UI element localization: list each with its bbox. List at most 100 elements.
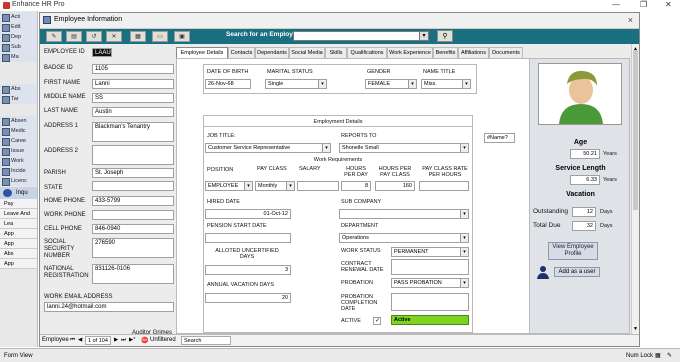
nav-item[interactable]: Caree	[0, 136, 37, 146]
export-icon[interactable]: ▣	[174, 31, 190, 42]
alloted-days-field[interactable]: 3	[205, 265, 291, 275]
middle-name-field[interactable]: SS	[92, 93, 174, 103]
nav-group-inquiries[interactable]: Inqu	[0, 187, 37, 199]
tab-social-media[interactable]: Social Media	[289, 47, 325, 58]
nav-plain-item[interactable]: Abs	[0, 249, 37, 259]
tab-contacts[interactable]: Contacts	[228, 47, 255, 58]
scroll-thumb[interactable]	[633, 50, 638, 210]
form-scrollbar[interactable]: ▲ ▼	[631, 44, 639, 334]
nav-item[interactable]: Work	[0, 156, 37, 166]
tab-work-experience[interactable]: Work Experience	[387, 47, 433, 58]
record-position-input[interactable]: 1 of 104	[85, 336, 111, 345]
work-phone-field[interactable]	[92, 210, 174, 220]
search-go-button[interactable]: ⚲	[437, 30, 453, 42]
nav-item[interactable]: Edit	[0, 22, 37, 32]
probation-completion-field[interactable]	[391, 293, 469, 311]
filter-status[interactable]: Unfiltered	[150, 337, 176, 343]
first-name-field[interactable]: Lanni	[92, 79, 174, 89]
tab-skills[interactable]: Skills	[325, 47, 347, 58]
view-profile-button[interactable]: View Employee Profile	[548, 242, 598, 260]
work-status-select[interactable]: PERMANENT ▾	[391, 247, 469, 257]
nav-plain-item[interactable]: Pay	[0, 199, 37, 209]
probation-select[interactable]: PASS PROBATION ▾	[391, 278, 469, 288]
address1-field[interactable]: Blackman's Tenantry	[92, 122, 174, 142]
annual-vacation-field[interactable]: 20	[205, 293, 291, 303]
record-search-input[interactable]: Search	[181, 336, 231, 345]
national-registration-field[interactable]: 831126-0106	[92, 264, 174, 284]
name-title-select[interactable]: Miss. ▾	[421, 79, 471, 89]
tab-qualifications[interactable]: Qualifications	[347, 47, 387, 58]
sub-company-select[interactable]: ▾	[339, 209, 469, 219]
nav-item[interactable]: Sub	[0, 42, 37, 52]
badge-id-field[interactable]: 1105	[92, 64, 174, 74]
form-close-icon[interactable]: ×	[628, 15, 633, 25]
employee-search-input[interactable]	[293, 31, 429, 41]
close-icon[interactable]: ✕	[665, 0, 672, 9]
marital-status-select[interactable]: Single ▾	[265, 79, 327, 89]
nav-item[interactable]: Ma	[0, 52, 37, 62]
nav-item[interactable]: Acti	[0, 12, 37, 22]
scroll-down-icon[interactable]: ▼	[633, 326, 638, 332]
nav-item[interactable]: Medic	[0, 126, 37, 136]
nav-item[interactable]: Licenc	[0, 176, 37, 186]
salary-field[interactable]	[297, 181, 339, 191]
nav-item[interactable]: Incide	[0, 166, 37, 176]
tab-affiliations[interactable]: Affiliations	[458, 47, 489, 58]
active-checkbox[interactable]: ✓	[373, 317, 381, 325]
address2-field[interactable]	[92, 145, 174, 165]
maximize-icon[interactable]: ❐	[640, 0, 647, 9]
nav-item[interactable]: Abs	[0, 84, 37, 94]
undo-icon[interactable]: ↺	[86, 31, 102, 42]
home-phone-field[interactable]: 433-5799	[92, 196, 174, 206]
save-record-icon[interactable]: ▤	[66, 31, 82, 42]
nav-item[interactable]: Absen	[0, 116, 37, 126]
add-as-user-button[interactable]: Add as a user	[554, 267, 600, 277]
first-record-icon[interactable]: ⏮	[70, 337, 75, 344]
form-view-icon[interactable]: ▦	[655, 352, 661, 359]
edit-record-icon[interactable]: ✎	[46, 31, 62, 42]
tab-documents[interactable]: Documents	[489, 47, 523, 58]
work-email-field[interactable]: lanni.24@hotmail.com	[44, 302, 174, 312]
delete-record-icon[interactable]: ✕	[106, 31, 122, 42]
contract-renewal-field[interactable]	[391, 259, 469, 275]
tab-dependants[interactable]: Dependants	[255, 47, 289, 58]
nav-plain-item[interactable]: App	[0, 259, 37, 269]
report-icon[interactable]: ▦	[130, 31, 146, 42]
nav-plain-item[interactable]: Lea	[0, 219, 37, 229]
nav-item[interactable]: Tar	[0, 94, 37, 104]
cell-phone-field[interactable]: 846-0940	[92, 224, 174, 234]
ssn-field[interactable]: 276590	[92, 238, 174, 258]
next-record-icon[interactable]: ▶	[114, 337, 118, 343]
tab-benefits[interactable]: Benefits	[433, 47, 458, 58]
last-record-icon[interactable]: ⏭	[121, 337, 126, 344]
position-select[interactable]: EMPLOYEE ▾	[205, 181, 253, 191]
pay-class-select[interactable]: Monthly ▾	[255, 181, 295, 191]
chevron-down-icon[interactable]: ▾	[419, 31, 429, 41]
filter-icon[interactable]: ⛔	[141, 337, 148, 344]
tab-employee-details[interactable]: Employee Details	[176, 47, 228, 58]
parish-field[interactable]: St. Joseph	[92, 168, 174, 178]
job-title-select[interactable]: Customer Service Representative ▾	[205, 143, 331, 153]
hours-per-pay-class-field[interactable]: 160	[375, 181, 415, 191]
hours-per-day-field[interactable]: 8	[341, 181, 371, 191]
pension-start-field[interactable]	[205, 233, 291, 243]
dob-field[interactable]: 26-Nov-68	[205, 79, 251, 89]
state-field[interactable]	[92, 181, 174, 191]
employee-id-field[interactable]: LAAU01	[92, 48, 112, 57]
hired-date-field[interactable]: 01-Oct-12	[205, 209, 291, 219]
design-view-icon[interactable]: ✎	[667, 352, 672, 359]
previous-record-icon[interactable]: ◀	[78, 337, 82, 343]
print-icon[interactable]: ▭	[152, 31, 168, 42]
last-name-field[interactable]: Austin	[92, 107, 174, 117]
nav-plain-item[interactable]: Leave And	[0, 209, 37, 219]
nav-plain-item[interactable]: App	[0, 239, 37, 249]
nav-item[interactable]: Dep	[0, 32, 37, 42]
pay-class-rate-field[interactable]	[419, 181, 469, 191]
gender-select[interactable]: FEMALE ▾	[365, 79, 417, 89]
reports-to-select[interactable]: Shonelle Small ▾	[339, 143, 469, 153]
minimize-icon[interactable]: —	[612, 0, 620, 9]
new-record-icon[interactable]: ▶*	[129, 337, 135, 343]
nav-item[interactable]: Issue	[0, 146, 37, 156]
department-select[interactable]: Operations ▾	[339, 233, 469, 243]
nav-plain-item[interactable]: App	[0, 229, 37, 239]
